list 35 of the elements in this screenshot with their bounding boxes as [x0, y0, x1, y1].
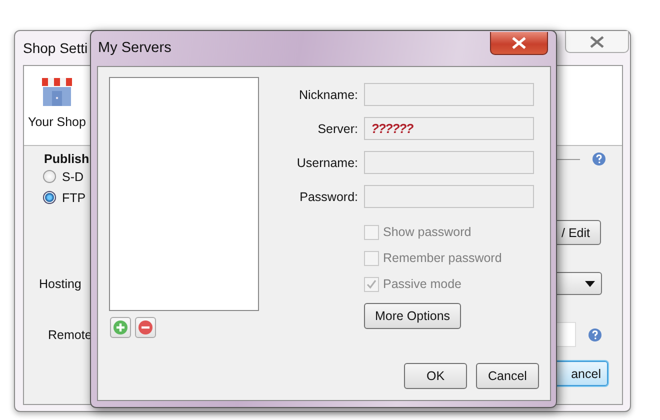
- field-label: Username:: [296, 156, 358, 170]
- field-label: Nickname:: [298, 88, 358, 102]
- help-icon[interactable]: [588, 328, 602, 342]
- checkbox-label: Remember password: [383, 251, 502, 265]
- close-button[interactable]: [565, 31, 629, 53]
- checkbox-label: Show password: [383, 225, 472, 239]
- field-label: Password:: [298, 190, 358, 204]
- caret-icon: [585, 280, 595, 286]
- tab-label: Your Shop: [28, 115, 86, 129]
- shop-icon: [40, 78, 74, 106]
- field-label: Remote: [47, 328, 92, 342]
- input-field[interactable]: ??????: [364, 117, 534, 140]
- close-button[interactable]: [490, 32, 548, 55]
- close-icon: [510, 37, 528, 49]
- field-label: Server:: [316, 122, 358, 136]
- remove-button[interactable]: [135, 317, 156, 338]
- radio-option[interactable]: FTP: [43, 187, 103, 208]
- section-heading: Publish: [44, 152, 90, 166]
- help-icon[interactable]: [592, 152, 606, 166]
- input-field[interactable]: [364, 185, 534, 208]
- add-button[interactable]: [110, 317, 131, 338]
- dialog-button[interactable]: Cancel: [476, 363, 539, 389]
- close-icon: [589, 36, 605, 48]
- dialog-title: My Servers: [98, 40, 172, 56]
- server-list[interactable]: [109, 77, 259, 311]
- dialog-button[interactable]: OK: [404, 363, 467, 389]
- radio-option[interactable]: S-D: [43, 166, 103, 187]
- window-title: Shop Setti: [23, 40, 88, 56]
- shop-tab[interactable]: Your Shop: [24, 66, 90, 129]
- field-value: ??????: [371, 121, 413, 136]
- input-field[interactable]: [364, 151, 534, 174]
- field-label: Hosting: [38, 276, 82, 290]
- more-options-button[interactable]: More Options: [364, 303, 461, 329]
- input-field[interactable]: [364, 83, 534, 106]
- checkbox-label: Passive mode: [383, 277, 462, 291]
